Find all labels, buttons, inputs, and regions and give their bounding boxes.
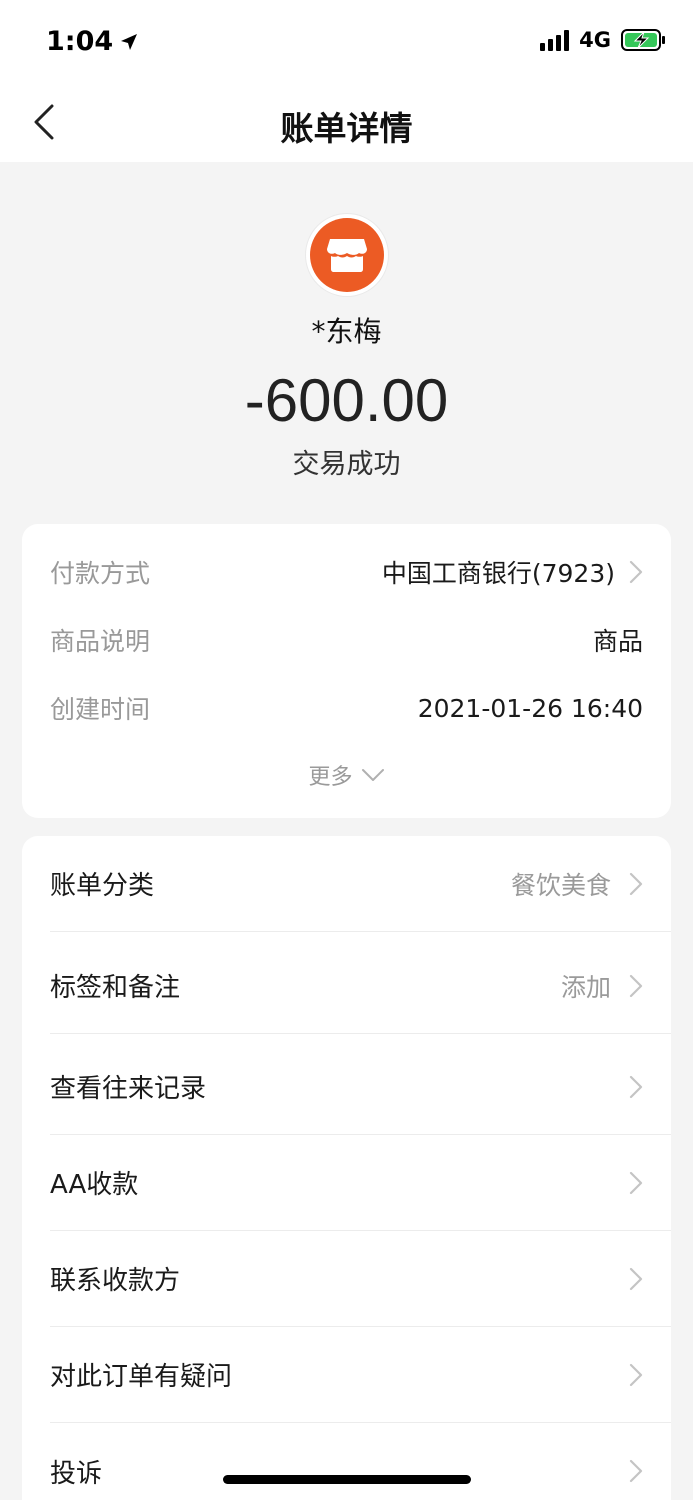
aa-collect-item[interactable]: AA收款 — [50, 1135, 671, 1231]
tags-notes-item[interactable]: 标签和备注 添加 — [50, 938, 671, 1034]
payment-method-value: 中国工商银行(7923) — [381, 559, 615, 588]
order-question-item[interactable]: 对此订单有疑问 — [50, 1327, 671, 1423]
transaction-status: 交易成功 — [292, 449, 401, 480]
chevron-right-icon — [629, 560, 643, 584]
action-label: 账单分类 — [50, 871, 155, 901]
action-label: 查看往来记录 — [50, 1074, 207, 1104]
transaction-info-card: 付款方式 中国工商银行(7923) 商品说明 商品 创建时间 2021-01-2… — [22, 524, 671, 818]
location-arrow-icon — [121, 33, 138, 50]
merchant-name: *东梅 — [311, 315, 382, 348]
chevron-right-icon — [629, 872, 643, 895]
status-indicators: 4G — [540, 28, 667, 52]
action-right — [629, 1459, 643, 1483]
transaction-amount: -600.00 — [244, 367, 449, 434]
product-description-value: 商品 — [592, 627, 643, 656]
action-label: 标签和备注 — [50, 973, 181, 1003]
more-label: 更多 — [308, 765, 353, 790]
chevron-right-icon — [629, 1363, 643, 1386]
home-indicator[interactable] — [223, 1475, 471, 1484]
chevron-down-icon — [361, 769, 384, 781]
action-label: 联系收款方 — [50, 1266, 181, 1296]
created-time-row: 创建时间 2021-01-26 16:40 — [50, 688, 643, 728]
created-time-value: 2021-01-26 16:40 — [417, 693, 643, 723]
network-type: 4G — [579, 28, 611, 52]
action-label: 对此订单有疑问 — [50, 1362, 233, 1392]
action-right — [629, 1075, 643, 1099]
chevron-right-icon — [629, 1459, 643, 1483]
chevron-right-icon — [629, 1171, 643, 1194]
action-list-card: 账单分类 餐饮美食 标签和备注 添加 查看往来记录 AA收款 联系收款方 对此订… — [22, 836, 671, 1500]
info-label: 商品说明 — [50, 627, 151, 656]
action-right — [629, 1171, 643, 1195]
contact-payee-item[interactable]: 联系收款方 — [50, 1231, 671, 1327]
merchant-avatar — [306, 214, 388, 296]
view-history-item[interactable]: 查看往来记录 — [50, 1039, 671, 1135]
payment-method-row[interactable]: 付款方式 中国工商银行(7923) — [50, 552, 643, 592]
store-icon — [327, 239, 367, 272]
info-label: 创建时间 — [50, 695, 151, 724]
chevron-right-icon — [629, 974, 643, 997]
bill-category-value: 餐饮美食 — [510, 870, 611, 900]
merchant-avatar-bg — [310, 218, 384, 292]
nav-bar: 账单详情 — [0, 86, 693, 162]
bill-category-item[interactable]: 账单分类 餐饮美食 — [50, 836, 671, 932]
product-description-row: 商品说明 商品 — [50, 620, 643, 660]
tags-notes-value: 添加 — [560, 972, 611, 1002]
status-bar: 1:04 4G — [0, 0, 693, 86]
info-value: 中国工商银行(7923) — [382, 554, 643, 590]
action-right: 餐饮美食 — [511, 866, 643, 902]
chevron-right-icon — [629, 1267, 643, 1290]
status-time: 1:04 — [46, 26, 139, 57]
battery-charging-icon — [621, 29, 665, 51]
more-toggle[interactable]: 更多 — [22, 758, 671, 792]
action-label: AA收款 — [50, 1170, 139, 1200]
cellular-signal-icon — [540, 29, 570, 51]
chevron-right-icon — [629, 1075, 643, 1098]
status-time-text: 1:04 — [46, 26, 114, 57]
action-right — [629, 1363, 643, 1387]
page-title: 账单详情 — [280, 109, 413, 148]
info-label: 付款方式 — [50, 559, 151, 588]
action-right: 添加 — [561, 968, 643, 1004]
action-right — [629, 1267, 643, 1291]
action-label: 投诉 — [50, 1458, 103, 1489]
complaint-item[interactable]: 投诉 — [50, 1423, 671, 1500]
